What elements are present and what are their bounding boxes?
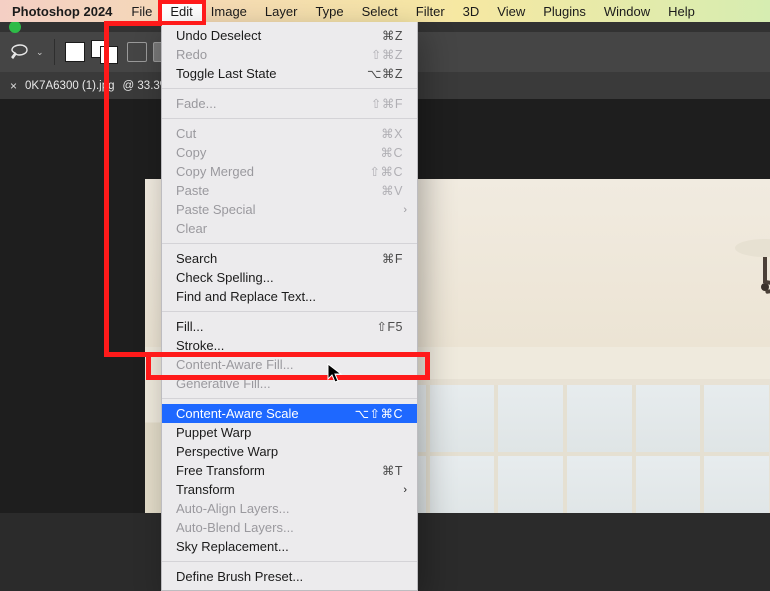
menu-item-copy: Copy⌘C — [162, 143, 417, 162]
menu-divider — [162, 243, 417, 244]
edit-menu-dropdown: Undo Deselect⌘ZRedo⇧⌘ZToggle Last State⌥… — [161, 22, 418, 591]
menu-item-sky-replacement[interactable]: Sky Replacement... — [162, 537, 417, 556]
menu-item-label: Toggle Last State — [176, 66, 367, 81]
menu-item-auto-align-layers: Auto-Align Layers... — [162, 499, 417, 518]
menu-divider — [162, 88, 417, 89]
menu-item-perspective-warp[interactable]: Perspective Warp — [162, 442, 417, 461]
menu-layer[interactable]: Layer — [256, 0, 307, 22]
menu-item-label: Content-Aware Fill... — [176, 357, 403, 372]
menu-item-label: Puppet Warp — [176, 425, 403, 440]
menu-item-content-aware-fill: Content-Aware Fill... — [162, 355, 417, 374]
menu-item-shortcut: ⌥⌘Z — [367, 66, 403, 81]
menu-item-label: Generative Fill... — [176, 376, 403, 391]
menu-item-label: Auto-Blend Layers... — [176, 520, 403, 535]
menu-item-label: Redo — [176, 47, 371, 62]
menu-item-label: Fade... — [176, 96, 371, 111]
menu-view[interactable]: View — [488, 0, 534, 22]
menu-item-shortcut: ⇧⌘C — [369, 164, 403, 179]
menu-item-search[interactable]: Search⌘F — [162, 249, 417, 268]
selection-add-icon[interactable] — [91, 40, 121, 64]
menu-item-label: Paste — [176, 183, 381, 198]
menu-item-fill[interactable]: Fill...⇧F5 — [162, 317, 417, 336]
menu-item-label: Search — [176, 251, 382, 266]
menu-item-generative-fill: Generative Fill... — [162, 374, 417, 393]
menu-item-transform[interactable]: Transform› — [162, 480, 417, 499]
app-name: Photoshop 2024 — [2, 4, 122, 19]
mac-menubar: Photoshop 2024 File Edit Image Layer Typ… — [0, 0, 770, 22]
menu-item-label: Auto-Align Layers... — [176, 501, 403, 516]
menu-item-shortcut: ⌘X — [381, 126, 403, 141]
submenu-chevron-icon: › — [403, 484, 407, 496]
menu-item-shortcut: ⌘Z — [382, 28, 403, 43]
menu-item-find-and-replace-text[interactable]: Find and Replace Text... — [162, 287, 417, 306]
menu-item-puppet-warp[interactable]: Puppet Warp — [162, 423, 417, 442]
menu-item-paste: Paste⌘V — [162, 181, 417, 200]
menu-edit[interactable]: Edit — [161, 0, 201, 22]
menu-item-content-aware-scale[interactable]: Content-Aware Scale⌥⇧⌘C — [162, 404, 417, 423]
selection-subtract-icon[interactable] — [127, 42, 147, 62]
menu-item-label: Undo Deselect — [176, 28, 382, 43]
menu-item-label: Perspective Warp — [176, 444, 403, 459]
menu-item-label: Fill... — [176, 319, 376, 334]
menu-divider — [162, 561, 417, 562]
menu-item-shortcut: ⌘F — [382, 251, 403, 266]
menu-item-label: Copy — [176, 145, 380, 160]
menu-image[interactable]: Image — [202, 0, 256, 22]
menu-item-label: Copy Merged — [176, 164, 369, 179]
menu-help[interactable]: Help — [659, 0, 704, 22]
menu-item-label: Sky Replacement... — [176, 539, 403, 554]
menu-item-label: Find and Replace Text... — [176, 289, 403, 304]
menu-item-clear: Clear — [162, 219, 417, 238]
menu-item-cut: Cut⌘X — [162, 124, 417, 143]
menu-item-shortcut: ⌘T — [382, 463, 403, 478]
menu-item-copy-merged: Copy Merged⇧⌘C — [162, 162, 417, 181]
menu-item-shortcut: ⌥⇧⌘C — [355, 406, 403, 421]
menu-item-label: Paste Special — [176, 202, 403, 217]
tool-chevron-icon[interactable]: ⌄ — [36, 47, 44, 58]
submenu-chevron-icon: › — [403, 204, 407, 216]
menu-item-shortcut: ⇧⌘Z — [371, 47, 403, 62]
menu-item-label: Clear — [176, 221, 403, 236]
menu-item-free-transform[interactable]: Free Transform⌘T — [162, 461, 417, 480]
menu-item-undo-deselect[interactable]: Undo Deselect⌘Z — [162, 26, 417, 45]
menu-item-paste-special: Paste Special› — [162, 200, 417, 219]
menu-file[interactable]: File — [122, 0, 161, 22]
menu-plugins[interactable]: Plugins — [534, 0, 595, 22]
menu-item-check-spelling[interactable]: Check Spelling... — [162, 268, 417, 287]
traffic-light-green[interactable] — [9, 21, 21, 33]
menu-item-label: Define Brush Preset... — [176, 569, 403, 584]
menu-type[interactable]: Type — [306, 0, 352, 22]
menu-divider — [162, 398, 417, 399]
menu-item-label: Stroke... — [176, 338, 403, 353]
menu-filter[interactable]: Filter — [407, 0, 454, 22]
menu-item-label: Content-Aware Scale — [176, 406, 355, 421]
close-tab-icon[interactable]: × — [10, 79, 17, 93]
menu-item-label: Cut — [176, 126, 381, 141]
menu-select[interactable]: Select — [353, 0, 407, 22]
menu-item-shortcut: ⇧⌘F — [371, 96, 403, 111]
menu-divider — [162, 311, 417, 312]
lasso-tool-icon[interactable] — [8, 41, 30, 63]
menu-item-auto-blend-layers: Auto-Blend Layers... — [162, 518, 417, 537]
menu-item-define-brush-preset[interactable]: Define Brush Preset... — [162, 567, 417, 586]
menu-item-redo: Redo⇧⌘Z — [162, 45, 417, 64]
document-tab[interactable]: × 0K7A6300 (1).jpg @ 33.3% — [0, 79, 180, 93]
ceiling-fan — [705, 239, 770, 299]
document-name: 0K7A6300 (1).jpg — [25, 80, 115, 92]
menu-item-fade: Fade...⇧⌘F — [162, 94, 417, 113]
menu-item-shortcut: ⌘C — [380, 145, 403, 160]
menu-item-stroke[interactable]: Stroke... — [162, 336, 417, 355]
menu-window[interactable]: Window — [595, 0, 659, 22]
selection-new-icon[interactable] — [65, 42, 85, 62]
menu-item-label: Check Spelling... — [176, 270, 403, 285]
menu-item-shortcut: ⌘V — [381, 183, 403, 198]
menu-divider — [162, 118, 417, 119]
menu-3d[interactable]: 3D — [454, 0, 489, 22]
menu-item-shortcut: ⇧F5 — [376, 319, 403, 334]
menu-item-label: Free Transform — [176, 463, 382, 478]
menu-item-label: Transform — [176, 482, 403, 497]
menu-item-toggle-last-state[interactable]: Toggle Last State⌥⌘Z — [162, 64, 417, 83]
